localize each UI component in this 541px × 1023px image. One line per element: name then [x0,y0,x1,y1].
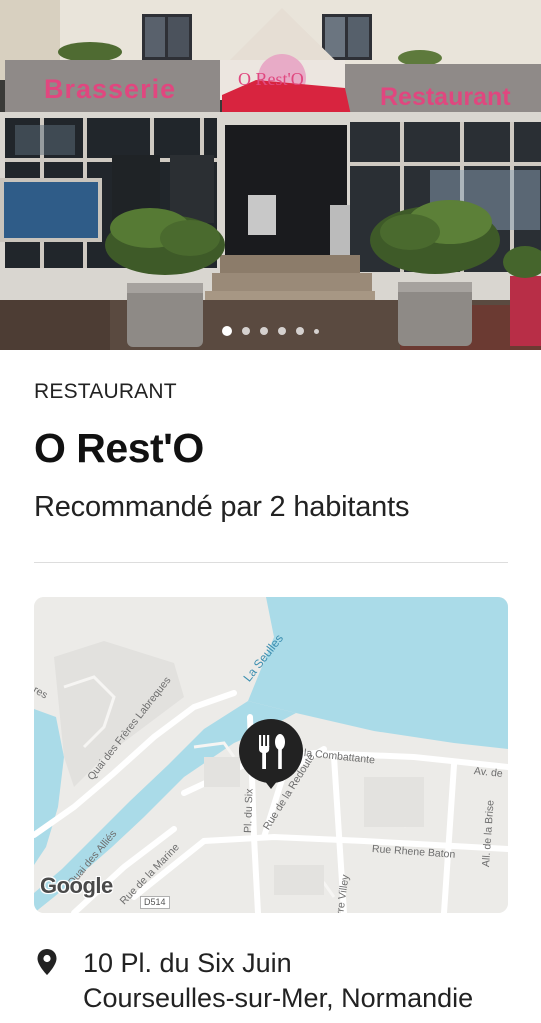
map-label-place-six: Pl. du Six [242,788,256,834]
sign-brasserie: Brasserie [44,74,176,104]
carousel-dot-2[interactable] [242,327,250,335]
road-shield-d514: D514 [140,896,170,909]
place-title: O Rest'O [34,425,204,471]
google-attribution-logo: Google [40,873,113,898]
carousel-dots[interactable] [0,326,541,336]
location-map[interactable]: La Seulles res Quai des Frères Labreques… [34,597,508,913]
carousel-dot-1[interactable] [222,326,232,336]
carousel-dot-6[interactable] [314,328,319,334]
restaurant-map-marker[interactable] [238,718,304,790]
restaurant-facade-photo: Brasserie O Rest'O Restaurant [0,0,541,350]
carousel-dot-4[interactable] [278,327,286,335]
recommendation-text: Recommandé par 2 habitants [34,491,410,523]
carousel-dot-3[interactable] [260,327,268,335]
fork-knife-icon [239,719,303,789]
address-city: Courseulles-sur-Mer, Normandie [83,983,474,1013]
sign-restaurant: Restaurant [380,83,511,111]
address-street: 10 Pl. du Six Juin [83,948,292,978]
sign-orest: O Rest'O [238,69,304,89]
divider [34,562,508,563]
place-category: RESTAURANT [34,380,177,403]
carousel-dot-5[interactable] [296,327,304,335]
location-pin-icon [37,949,57,975]
hero-photo-carousel[interactable]: Brasserie O Rest'O Restaurant [0,0,541,350]
